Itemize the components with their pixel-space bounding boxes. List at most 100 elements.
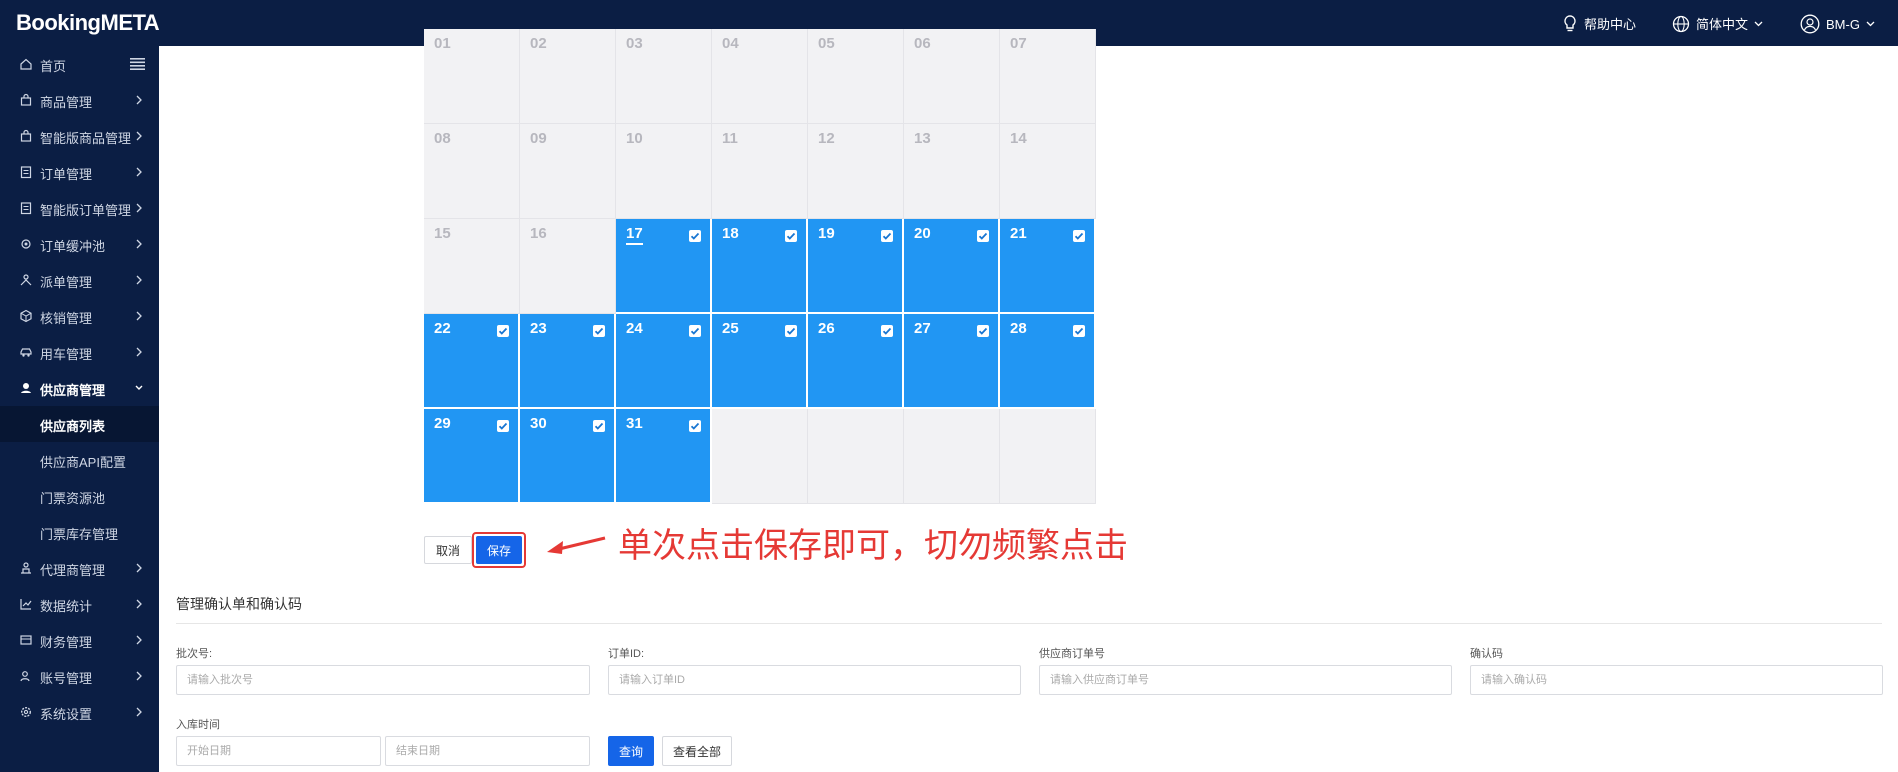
calendar-day-cell[interactable]: 05 <box>808 29 904 124</box>
calendar-day-cell[interactable]: 06 <box>904 29 1000 124</box>
checkbox-checked-icon[interactable] <box>977 325 989 337</box>
calendar-day-cell[interactable]: 08 <box>424 124 520 219</box>
lightbulb-icon <box>1564 14 1576 31</box>
sidebar-item-verification[interactable]: 核销管理 <box>0 298 159 334</box>
end-date-input[interactable] <box>385 736 590 766</box>
chevron-down-icon <box>1866 21 1875 27</box>
calendar-day-number: 16 <box>530 225 547 242</box>
checkbox-checked-icon[interactable] <box>1073 230 1085 242</box>
gear-icon <box>21 239 31 249</box>
batch-number-input[interactable] <box>176 665 590 695</box>
sidebar-item-smart-products[interactable]: 智能版商品管理 <box>0 118 159 154</box>
cancel-button[interactable]: 取消 <box>424 536 472 564</box>
chevron-right-icon <box>136 311 142 321</box>
calendar-day-cell[interactable]: 04 <box>712 29 808 124</box>
checkbox-checked-icon[interactable] <box>689 230 701 242</box>
calendar-day-number: 06 <box>914 35 931 52</box>
supplier-icon <box>21 383 31 393</box>
calendar-day-cell[interactable]: 20 <box>904 219 1000 314</box>
calendar-day-cell[interactable]: 25 <box>712 314 808 409</box>
username: BM-G <box>1826 16 1860 32</box>
calendar-empty-cell <box>808 409 904 504</box>
checkbox-checked-icon[interactable] <box>497 420 509 432</box>
checkbox-checked-icon[interactable] <box>881 230 893 242</box>
calendar-day-number: 28 <box>1010 320 1027 337</box>
calendar-day-cell[interactable]: 31 <box>616 409 712 504</box>
sidebar-item-dispatch[interactable]: 派单管理 <box>0 262 159 298</box>
calendar-day-cell[interactable]: 22 <box>424 314 520 409</box>
calendar-day-cell[interactable]: 19 <box>808 219 904 314</box>
checkbox-checked-icon[interactable] <box>497 325 509 337</box>
calendar-day-cell[interactable]: 14 <box>1000 124 1096 219</box>
calendar-day-cell[interactable]: 12 <box>808 124 904 219</box>
help-center-link[interactable]: 帮助中心 <box>1562 14 1636 33</box>
calendar-day-cell[interactable]: 15 <box>424 219 520 314</box>
calendar-day-cell[interactable]: 23 <box>520 314 616 409</box>
sidebar: 首页 商品管理 智能版商品管理 订单管理 智能版订单管理 订单缓冲池 派单管理 <box>0 46 159 772</box>
order-id-input[interactable] <box>608 665 1021 695</box>
checkbox-checked-icon[interactable] <box>785 230 797 242</box>
user-menu[interactable]: BM-G <box>1800 14 1875 34</box>
dispatch-icon <box>20 274 32 286</box>
calendar-day-cell[interactable]: 09 <box>520 124 616 219</box>
sidebar-item-accounts[interactable]: 账号管理 <box>0 658 159 694</box>
calendar-day-cell[interactable]: 02 <box>520 29 616 124</box>
sidebar-subitem-ticket-stock[interactable]: 门票库存管理 <box>0 514 159 550</box>
calendar-day-cell[interactable]: 26 <box>808 314 904 409</box>
calendar-day-cell[interactable]: 30 <box>520 409 616 504</box>
calendar-day-cell[interactable]: 21 <box>1000 219 1096 314</box>
sidebar-subitem-ticket-pool[interactable]: 门票资源池 <box>0 478 159 514</box>
calendar-day-cell[interactable]: 29 <box>424 409 520 504</box>
supplier-order-number-input[interactable] <box>1039 665 1452 695</box>
chevron-right-icon <box>136 599 142 609</box>
menu-toggle-icon[interactable] <box>130 57 145 70</box>
order-id-label: 订单ID: <box>608 648 645 660</box>
start-date-input[interactable] <box>176 736 381 766</box>
checkbox-checked-icon[interactable] <box>689 325 701 337</box>
sidebar-item-finance[interactable]: 财务管理 <box>0 622 159 658</box>
calendar-day-cell[interactable]: 16 <box>520 219 616 314</box>
confirmation-code-input[interactable] <box>1470 665 1883 695</box>
calendar-day-cell[interactable]: 11 <box>712 124 808 219</box>
sidebar-subitem-label: 供应商列表 <box>40 419 106 434</box>
query-button[interactable]: 查询 <box>608 736 654 766</box>
checkbox-checked-icon[interactable] <box>1073 325 1085 337</box>
agent-icon <box>21 562 31 574</box>
checkbox-checked-icon[interactable] <box>785 325 797 337</box>
checkbox-checked-icon[interactable] <box>593 325 605 337</box>
calendar-grid: 01 02 03 04 05 06 07 08 09 10 11 12 13 14 15 16 17 18 19 20… <box>424 29 1099 519</box>
calendar-day-cell[interactable]: 07 <box>1000 29 1096 124</box>
calendar-day-cell[interactable]: 27 <box>904 314 1000 409</box>
checkbox-checked-icon[interactable] <box>689 420 701 432</box>
checkbox-checked-icon[interactable] <box>881 325 893 337</box>
calendar-day-number: 13 <box>914 130 931 147</box>
sidebar-item-settings[interactable]: 系统设置 <box>0 694 159 730</box>
sidebar-item-suppliers[interactable]: 供应商管理 <box>0 370 159 406</box>
settings-icon <box>20 706 32 718</box>
sidebar-subitem-supplier-list[interactable]: 供应商列表 <box>0 406 159 442</box>
sidebar-item-statistics[interactable]: 数据统计 <box>0 586 159 622</box>
sidebar-item-home[interactable]: 首页 <box>0 46 159 82</box>
calendar-day-cell[interactable]: 03 <box>616 29 712 124</box>
calendar-day-cell[interactable]: 18 <box>712 219 808 314</box>
app-logo[interactable]: BookingMETA <box>16 10 160 36</box>
checkbox-checked-icon[interactable] <box>593 420 605 432</box>
sidebar-item-label: 财务管理 <box>40 635 93 650</box>
sidebar-subitem-supplier-api[interactable]: 供应商API配置 <box>0 442 159 478</box>
language-selector[interactable]: 简体中文 <box>1672 14 1763 33</box>
sidebar-item-orders[interactable]: 订单管理 <box>0 154 159 190</box>
calendar-day-cell[interactable]: 28 <box>1000 314 1096 409</box>
sidebar-item-products[interactable]: 商品管理 <box>0 82 159 118</box>
calendar-day-cell[interactable]: 17 <box>616 219 712 314</box>
sidebar-item-vehicles[interactable]: 用车管理 <box>0 334 159 370</box>
sidebar-item-order-buffer[interactable]: 订单缓冲池 <box>0 226 159 262</box>
checkbox-checked-icon[interactable] <box>977 230 989 242</box>
calendar-day-cell[interactable]: 24 <box>616 314 712 409</box>
calendar-day-cell[interactable]: 10 <box>616 124 712 219</box>
calendar-day-cell[interactable]: 01 <box>424 29 520 124</box>
sidebar-item-smart-orders[interactable]: 智能版订单管理 <box>0 190 159 226</box>
supplier-order-number-label: 供应商订单号 <box>1039 648 1105 660</box>
view-all-button[interactable]: 查看全部 <box>662 736 732 766</box>
sidebar-item-agents[interactable]: 代理商管理 <box>0 550 159 586</box>
calendar-day-cell[interactable]: 13 <box>904 124 1000 219</box>
